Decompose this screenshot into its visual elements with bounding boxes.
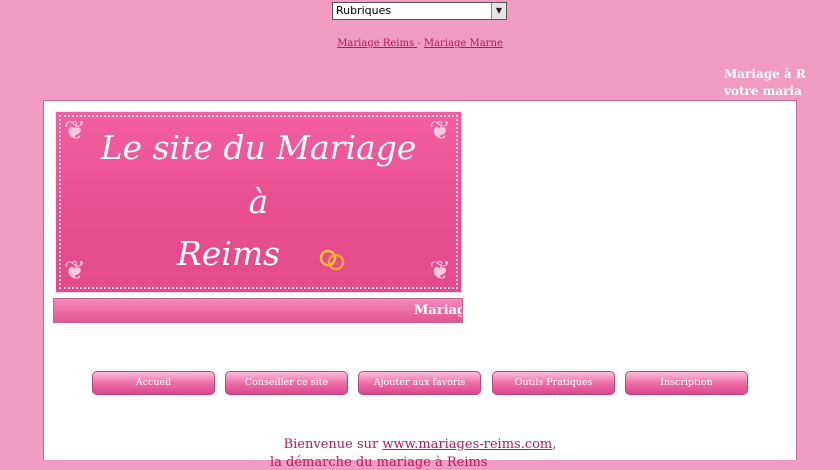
banner-title-line-3: Reims	[176, 234, 281, 273]
scrolling-marquee: Mariage à R votre maria	[724, 66, 840, 100]
top-links: Mariage Reims - Mariage Marne	[0, 38, 840, 49]
site-banner: ❦ ❦ ❦ ❦ Le site du Mariage à Reims	[55, 111, 462, 293]
wedding-rings-icon	[319, 249, 345, 271]
subtitle-text: Mariag	[414, 303, 463, 318]
welcome-suffix: ,	[552, 437, 557, 452]
nav-inscription-button[interactable]: Inscription	[625, 371, 748, 395]
rubriques-select[interactable]: Rubriques ▼	[332, 2, 507, 20]
banner-title-line-1: Le site du Mariage	[100, 128, 417, 167]
site-link[interactable]: www.mariages-reims.com	[382, 437, 552, 452]
welcome-line-2: la démarche du mariage à Reims	[270, 455, 488, 470]
flourish-icon: ❦	[429, 256, 451, 286]
nav-conseiller-button[interactable]: Conseiller ce site	[225, 371, 348, 395]
nav-accueil-button[interactable]: Accueil	[92, 371, 215, 395]
welcome-text: Bienvenue sur www.mariages-reims.com,	[0, 437, 840, 452]
link-mariage-marne[interactable]: Mariage Marne	[424, 38, 503, 49]
nav-outils-button[interactable]: Outils Pratiques	[492, 371, 615, 395]
marquee-line-1: Mariage à R	[724, 67, 806, 81]
select-value: Rubriques	[336, 4, 392, 17]
nav-favoris-button[interactable]: Ajouter aux favoris	[358, 371, 481, 395]
dropdown-arrow-icon[interactable]: ▼	[491, 3, 506, 19]
banner-title-line-2: à	[248, 182, 269, 221]
welcome-prefix: Bienvenue sur	[283, 437, 383, 452]
scrolling-subtitle-bar: Mariag	[53, 298, 463, 323]
link-mariage-reims[interactable]: Mariage Reims	[337, 38, 417, 49]
marquee-line-2: votre maria	[724, 84, 802, 98]
